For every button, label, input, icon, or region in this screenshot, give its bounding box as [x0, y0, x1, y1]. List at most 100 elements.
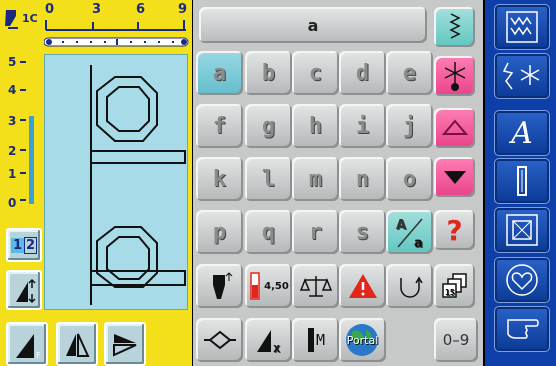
- key-f[interactable]: f: [196, 104, 243, 148]
- warning-triangle-icon: [348, 274, 377, 298]
- key-q[interactable]: q: [245, 210, 292, 254]
- key-o[interactable]: o: [386, 157, 433, 201]
- snowflake-stitch-icon: [444, 62, 465, 91]
- mirror-left-right-button[interactable]: [56, 322, 98, 366]
- scale-mark-4: 4: [8, 83, 17, 97]
- key-d[interactable]: d: [339, 51, 386, 95]
- memory-bar-icon: [307, 328, 314, 352]
- letter-a-icon: A: [511, 115, 533, 151]
- stitch-size-button[interactable]: 4,50: [245, 264, 292, 308]
- balance-forward-button[interactable]: F: [6, 322, 48, 366]
- key-r[interactable]: r: [292, 210, 339, 254]
- scale-mark-2: 2: [8, 144, 17, 158]
- stitch-count-button[interactable]: x: [245, 318, 292, 362]
- key-i[interactable]: i: [339, 104, 386, 148]
- scale-mark-5: 5: [8, 55, 17, 69]
- page-toggle-button[interactable]: 1 2: [6, 228, 42, 262]
- scroll-down-button[interactable]: [434, 157, 475, 197]
- stitch-pattern-preview: [90, 65, 186, 305]
- ruler-mark-0: 0: [45, 2, 55, 17]
- key-b[interactable]: b: [245, 51, 292, 95]
- balance-scale-icon: [299, 276, 332, 297]
- slope-icon: F: [16, 334, 41, 360]
- key-h-label: h: [308, 113, 323, 139]
- undo-button[interactable]: [386, 264, 433, 308]
- stitch-preview-panel: 1C 0 3 6 9 5 4 3 2 1 0 1 2 F: [0, 0, 192, 366]
- stitch-size-value: 4,50: [264, 280, 289, 292]
- warning-button[interactable]: [339, 264, 386, 308]
- scroll-up-button[interactable]: [434, 108, 475, 148]
- key-o-label: o: [402, 166, 417, 192]
- memory-label: M: [315, 331, 326, 349]
- zigzag-button[interactable]: [434, 7, 475, 47]
- key-j[interactable]: j: [386, 104, 433, 148]
- key-n[interactable]: n: [339, 157, 386, 201]
- tutorial-button[interactable]: [494, 306, 550, 352]
- balance-button[interactable]: [292, 264, 339, 308]
- key-m-label: m: [308, 166, 323, 192]
- embroidery-pattern-button[interactable]: [434, 56, 475, 96]
- key-p-label: p: [212, 219, 227, 245]
- key-g[interactable]: g: [245, 104, 292, 148]
- svg-text:a: a: [414, 236, 423, 251]
- needle-stop-button[interactable]: [196, 264, 243, 308]
- svg-text:A: A: [396, 218, 406, 233]
- key-p[interactable]: p: [196, 210, 243, 254]
- u-turn-icon: [399, 276, 423, 298]
- text-display-value: a: [307, 15, 319, 35]
- slope-multiply-icon: x: [256, 330, 280, 354]
- length-adjust-button[interactable]: [6, 270, 42, 310]
- ruler-mark-3: 3: [92, 2, 102, 17]
- upper-lower-case-icon: A a: [396, 218, 423, 251]
- decorative-stitches-button[interactable]: [494, 53, 550, 99]
- buttonhole-button[interactable]: [196, 318, 243, 362]
- key-q-label: q: [261, 219, 276, 245]
- portal-label: Portal: [346, 333, 379, 347]
- key-s[interactable]: s: [339, 210, 386, 254]
- numbers-button[interactable]: 0–9: [434, 318, 478, 362]
- key-e-label: e: [402, 60, 417, 86]
- key-l[interactable]: l: [245, 157, 292, 201]
- stitch-width-indicator: 1C: [2, 4, 38, 32]
- page-active: 1: [10, 237, 24, 253]
- ruler-label: 1C: [22, 12, 38, 25]
- thread-loop-icon: [203, 330, 236, 350]
- alphabets-button[interactable]: A: [494, 110, 550, 156]
- key-k[interactable]: k: [196, 157, 243, 201]
- key-f-label: f: [212, 113, 227, 139]
- key-k-label: k: [212, 166, 227, 192]
- key-c[interactable]: c: [292, 51, 339, 95]
- length-adjust-icon: [16, 278, 36, 304]
- key-j-label: j: [402, 113, 417, 139]
- zigzag-stitch-icon: [448, 13, 461, 39]
- scale-mark-1: 1: [8, 167, 17, 181]
- key-m[interactable]: m: [292, 157, 339, 201]
- numbers-label: 0–9: [442, 331, 470, 349]
- decorative-stitch-icon: [502, 62, 540, 90]
- mirror-up-down-button[interactable]: [104, 322, 146, 366]
- help-button[interactable]: ?: [434, 210, 475, 250]
- triangle-down-icon: [443, 171, 466, 184]
- key-a[interactable]: a: [196, 51, 243, 95]
- stacked-pages-icon: 15: [441, 273, 467, 298]
- key-g-label: g: [261, 113, 276, 139]
- case-toggle-button[interactable]: A a: [386, 210, 433, 254]
- key-b-label: b: [261, 60, 276, 86]
- question-mark-icon: ?: [446, 213, 463, 247]
- key-l-label: l: [261, 166, 276, 192]
- key-e[interactable]: e: [386, 51, 433, 95]
- memory-button[interactable]: M: [292, 318, 339, 362]
- combi-mode-button[interactable]: 15: [434, 264, 475, 308]
- key-d-label: d: [355, 60, 370, 86]
- scale-mark-0: 0: [8, 196, 17, 210]
- size-gauge-icon: [250, 272, 260, 300]
- svg-text:x: x: [273, 341, 280, 354]
- key-h[interactable]: h: [292, 104, 339, 148]
- portal-button[interactable]: Portal: [339, 318, 386, 362]
- practical-stitches-button[interactable]: [494, 4, 550, 50]
- personal-program-button[interactable]: [494, 257, 550, 303]
- mirror-horizontal-icon: [66, 333, 90, 357]
- buttonholes-button[interactable]: [494, 158, 550, 204]
- triangle-up-icon: [441, 119, 468, 135]
- quilt-stitches-button[interactable]: [494, 207, 550, 253]
